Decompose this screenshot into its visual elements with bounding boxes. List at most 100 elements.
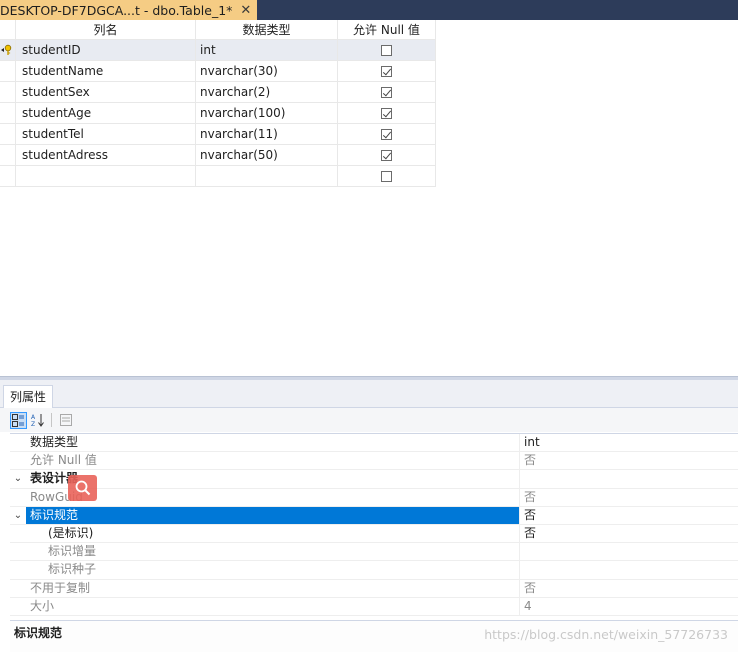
property-name: RowGuid: [26, 488, 520, 506]
property-category-row[interactable]: ⌄ 表设计器: [10, 470, 738, 489]
row-gutter: [10, 598, 26, 615]
allow-null-checkbox[interactable]: [381, 107, 392, 119]
allow-null-checkbox[interactable]: [381, 65, 392, 77]
allow-null-cell[interactable]: [338, 145, 436, 165]
property-row[interactable]: 不用于复制 否: [10, 579, 738, 598]
data-type-cell[interactable]: nvarchar(2): [196, 82, 338, 102]
column-name-cell[interactable]: studentName: [16, 61, 196, 81]
close-icon[interactable]: ✕: [240, 3, 251, 18]
column-name-cell[interactable]: studentID: [16, 40, 196, 60]
allow-null-cell[interactable]: [338, 124, 436, 144]
property-name: (是标识): [26, 524, 520, 543]
search-lens-icon[interactable]: [68, 475, 97, 501]
property-value[interactable]: [520, 543, 738, 560]
property-value[interactable]: int: [520, 434, 738, 451]
table-row[interactable]: studentTel nvarchar(11): [0, 124, 436, 145]
column-name-cell[interactable]: studentSex: [16, 82, 196, 102]
grid-header: 列名 数据类型 允许 Null 值: [0, 20, 436, 40]
table-row[interactable]: studentAge nvarchar(100): [0, 103, 436, 124]
row-selector[interactable]: [0, 145, 16, 165]
allow-null-cell[interactable]: [338, 61, 436, 81]
table-row-new[interactable]: [0, 166, 436, 187]
table-row[interactable]: studentAdress nvarchar(50): [0, 145, 436, 166]
property-name: 数据类型: [26, 434, 520, 452]
property-row[interactable]: (是标识) 否: [10, 524, 738, 544]
categorized-button[interactable]: [10, 411, 27, 429]
svg-text:Z: Z: [31, 421, 35, 427]
row-gutter: [10, 434, 26, 451]
row-gutter: [10, 543, 26, 560]
row-gutter: [10, 452, 26, 469]
column-properties-pane: 列属性 A Z 数据类型 int 允许 Null 值 否 ⌄ 表设计器 RowG…: [0, 380, 738, 652]
data-type-cell[interactable]: nvarchar(11): [196, 124, 338, 144]
property-value[interactable]: 否: [520, 452, 738, 469]
property-name: 允许 Null 值: [26, 452, 520, 470]
allow-null-cell[interactable]: [338, 40, 436, 60]
property-value[interactable]: 否: [520, 580, 738, 597]
allow-null-checkbox[interactable]: [381, 170, 392, 182]
primary-key-icon: [1, 44, 12, 55]
data-type-cell[interactable]: [196, 166, 338, 186]
allow-null-checkbox[interactable]: [381, 128, 392, 140]
allow-null-cell[interactable]: [338, 103, 436, 123]
allow-null-checkbox[interactable]: [381, 149, 392, 161]
tab-column-properties[interactable]: 列属性: [3, 385, 54, 408]
column-name-cell[interactable]: studentTel: [16, 124, 196, 144]
allow-null-checkbox[interactable]: [381, 44, 392, 56]
column-name-cell[interactable]: studentAdress: [16, 145, 196, 165]
document-tab-title: DESKTOP-DF7DGCA...t - dbo.Table_1*: [0, 2, 233, 18]
allow-null-checkbox[interactable]: [381, 86, 392, 98]
property-row[interactable]: 标识种子: [10, 561, 738, 580]
property-name: 大小: [26, 597, 520, 615]
row-gutter: [10, 580, 26, 597]
table-row[interactable]: studentName nvarchar(30): [0, 61, 436, 82]
property-value: [520, 470, 738, 487]
watermark: https://blog.csdn.net/weixin_57726733: [484, 627, 728, 642]
column-name-cell[interactable]: [16, 166, 196, 186]
property-name: 不用于复制: [26, 579, 520, 597]
row-selector[interactable]: [0, 82, 16, 102]
row-selector[interactable]: [0, 124, 16, 144]
property-row[interactable]: 允许 Null 值 否: [10, 452, 738, 471]
row-selector[interactable]: [0, 103, 16, 123]
property-value[interactable]: 否: [520, 489, 738, 506]
allow-null-cell[interactable]: [338, 82, 436, 102]
allow-null-header: 允许 Null 值: [338, 20, 436, 39]
row-gutter: [10, 489, 26, 506]
sort-az-icon: A Z: [31, 414, 44, 427]
row-selector-header: [0, 20, 16, 39]
data-type-cell[interactable]: nvarchar(100): [196, 103, 338, 123]
categorized-icon: [12, 413, 24, 427]
data-type-header: 数据类型: [196, 20, 338, 39]
row-selector[interactable]: [0, 40, 16, 60]
row-selector[interactable]: [0, 61, 16, 81]
property-row[interactable]: 数据类型 int: [10, 434, 738, 453]
property-row[interactable]: 大小 4: [10, 597, 738, 616]
data-type-cell[interactable]: nvarchar(50): [196, 145, 338, 165]
table-row[interactable]: studentID int: [0, 40, 436, 61]
allow-null-cell[interactable]: [338, 166, 436, 186]
table-design-grid: 列名 数据类型 允许 Null 值 studentID int studentN…: [0, 20, 436, 187]
property-pages-button[interactable]: [57, 412, 74, 429]
data-type-cell[interactable]: nvarchar(30): [196, 61, 338, 81]
magnifier-icon: [75, 480, 90, 496]
chevron-down-icon[interactable]: ⌄: [10, 507, 26, 524]
property-pages-icon: [59, 414, 72, 426]
property-row[interactable]: RowGuid 否: [10, 488, 738, 507]
table-row[interactable]: studentSex nvarchar(2): [0, 82, 436, 103]
row-gutter: [10, 561, 26, 578]
alphabetical-button[interactable]: A Z: [29, 412, 46, 429]
property-value[interactable]: [520, 561, 738, 578]
property-row-selected[interactable]: ⌄ 标识规范 否: [10, 506, 738, 525]
property-value[interactable]: 4: [520, 598, 738, 615]
document-tab[interactable]: DESKTOP-DF7DGCA...t - dbo.Table_1* ✕: [0, 0, 258, 20]
property-value[interactable]: 否: [520, 506, 738, 524]
row-gutter: [10, 525, 26, 542]
property-row[interactable]: 标识增量: [10, 543, 738, 562]
chevron-down-icon[interactable]: ⌄: [10, 470, 26, 487]
column-name-cell[interactable]: studentAge: [16, 103, 196, 123]
property-category-name: 表设计器: [26, 470, 520, 488]
row-selector[interactable]: [0, 166, 16, 186]
data-type-cell[interactable]: int: [196, 40, 338, 60]
property-value[interactable]: 否: [520, 525, 738, 542]
